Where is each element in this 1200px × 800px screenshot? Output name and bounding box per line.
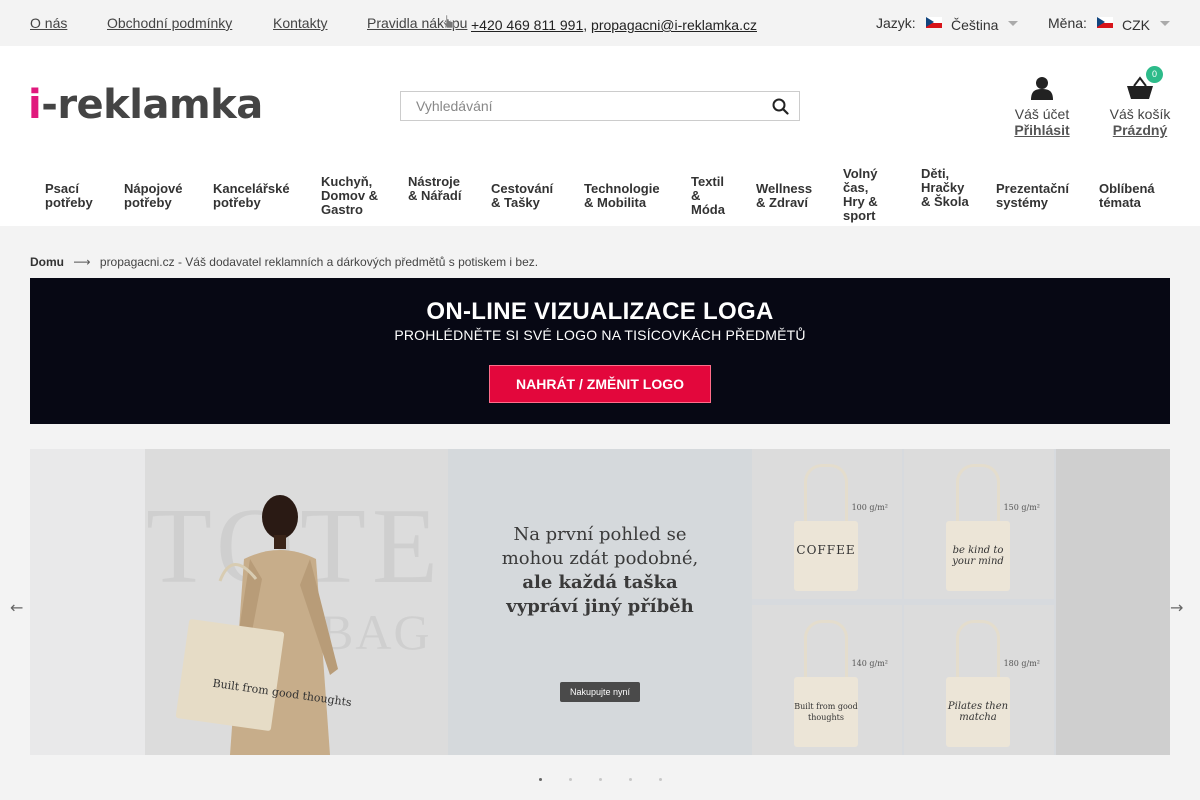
tote-weight: 140 g/m² — [851, 659, 888, 668]
tote-tile: 150 g/m² be kind to your mind — [904, 449, 1054, 599]
tote-print: be kind to your mind — [952, 545, 1004, 567]
slider-dot[interactable] — [629, 778, 632, 781]
headline-line: vypráví jiný příběh — [506, 596, 694, 617]
nav-item-presentation[interactable]: Prezentační systémy — [996, 182, 1076, 210]
breadcrumb: Domu ⟶ propagacni.cz - Váš dodavatel rek… — [30, 255, 538, 269]
upload-logo-button[interactable]: NAHRÁT / ZMĚNIT LOGO — [489, 365, 711, 403]
nav-item-tools[interactable]: Nástroje & Nářadí — [408, 175, 466, 203]
account-label: Váš účet — [1014, 106, 1070, 122]
slide-text-panel: Na první pohled se mohou zdát podobné, a… — [448, 449, 752, 755]
model-with-tote-illustration: Built from good thoughts — [175, 495, 353, 755]
breadcrumb-current: propagacni.cz - Váš dodavatel reklamních… — [99, 255, 539, 269]
tote-print: Built from good thoughts — [794, 702, 858, 722]
tote-tile: 180 g/m² Pilates then matcha — [904, 605, 1054, 755]
language-select[interactable]: Čeština — [951, 17, 998, 33]
nav-item-wellness[interactable]: Wellness & Zdraví — [756, 182, 822, 210]
headline-line: ale každá taška — [522, 572, 678, 593]
logo-visualization-banner: ON-LINE VIZUALIZACE LOGA PROHLÉDNĚTE SI … — [30, 278, 1170, 424]
nav-item-leisure[interactable]: Volný čas, Hry & sport — [843, 167, 885, 223]
headline-line: mohou zdát podobné, — [501, 548, 699, 569]
tote-handle — [804, 464, 848, 528]
slider-dot[interactable] — [569, 778, 572, 781]
nav-item-writing[interactable]: Psací potřeby — [45, 182, 105, 210]
cart-widget[interactable]: 0 Váš košík Prázdný — [1100, 66, 1180, 138]
link-contacts[interactable]: Kontakty — [273, 15, 327, 31]
link-about[interactable]: O nás — [30, 15, 67, 31]
site-logo[interactable]: i-reklamka — [28, 82, 263, 128]
cart-label: Váš košík — [1109, 106, 1171, 122]
cart-status-link[interactable]: Prázdný — [1100, 122, 1180, 138]
phone-link[interactable]: +420 469 811 991 — [471, 17, 583, 33]
nav-item-kitchen[interactable]: Kuchyň, Domov & Gastro — [321, 175, 383, 217]
search-icon[interactable] — [772, 98, 789, 115]
slider-prev-button[interactable]: ← — [10, 598, 23, 617]
slider-dot[interactable] — [599, 778, 602, 781]
tote-tile: 100 g/m² COFFEE — [752, 449, 902, 599]
tote-weight: 180 g/m² — [1003, 659, 1040, 668]
login-link[interactable]: Přihlásit — [1000, 122, 1084, 138]
shop-now-button[interactable]: Nakupujte nyní — [560, 682, 640, 702]
tote-weight: 100 g/m² — [851, 503, 888, 512]
slide-model-panel: TOTE BAG Built from good thoughts — [30, 449, 448, 755]
currency-label: Měna: — [1048, 15, 1087, 31]
tote-handle — [804, 620, 848, 684]
logo-text: -reklamka — [41, 82, 263, 128]
nav-item-drinkware[interactable]: Nápojové potřeby — [124, 182, 190, 210]
user-icon — [1031, 77, 1053, 100]
promo-title: ON-LINE VIZUALIZACE LOGA — [426, 298, 774, 325]
slider-next-button[interactable]: → — [1170, 598, 1183, 617]
logo-i: i — [28, 82, 42, 128]
slider-dot[interactable] — [539, 778, 542, 781]
currency-select[interactable]: CZK — [1122, 17, 1150, 33]
nav-item-technology[interactable]: Technologie & Mobilita — [584, 182, 670, 210]
contact-info: +420 469 811 991, propagacni@i-reklamka.… — [471, 17, 757, 33]
tote-weight: 150 g/m² — [1003, 503, 1040, 512]
czech-flag-icon — [1097, 17, 1113, 28]
tote-tile: 140 g/m² Built from good thoughts — [752, 605, 902, 755]
breadcrumb-home[interactable]: Domu — [30, 255, 64, 269]
breadcrumb-arrow-icon: ⟶ — [73, 255, 91, 269]
nav-item-textile[interactable]: Textil & Móda — [691, 175, 731, 217]
slider-dot[interactable] — [659, 778, 662, 781]
account-widget[interactable]: Váš účet Přihlásit — [1000, 76, 1084, 138]
search-input[interactable] — [401, 92, 761, 120]
promo-subtitle: PROHLÉDNĚTE SI SVÉ LOGO NA TISÍCOVKÁCH P… — [394, 327, 806, 343]
search-box — [400, 91, 800, 121]
tote-handle — [956, 464, 1000, 528]
nav-item-office[interactable]: Kancelářské potřeby — [213, 182, 298, 210]
tote-print: COFFEE — [796, 543, 856, 557]
slide-headline: Na první pohled se mohou zdát podobné, a… — [448, 523, 752, 619]
tote-handle — [956, 620, 1000, 684]
chevron-down-icon[interactable] — [1008, 21, 1018, 26]
email-link[interactable]: propagacni@i-reklamka.cz — [591, 17, 757, 33]
headline-line: Na první pohled se — [513, 524, 687, 545]
hero-slider: TOTE BAG Built from good thoughts Na prv… — [30, 449, 1170, 755]
slide-next-preview — [1056, 449, 1170, 755]
nav-item-favorites[interactable]: Oblíbená témata — [1099, 182, 1169, 210]
tote-print: Pilates then matcha — [947, 701, 1009, 723]
nav-item-kids[interactable]: Děti, Hračky & Škola — [921, 167, 971, 209]
link-terms[interactable]: Obchodní podmínky — [107, 15, 232, 31]
hand-cursor-icon — [442, 14, 454, 29]
slider-dots — [533, 778, 673, 784]
language-label: Jazyk: — [876, 15, 916, 31]
contact-separator: , — [583, 17, 588, 33]
chevron-down-icon[interactable] — [1160, 21, 1170, 26]
top-bar: O nás Obchodní podmínky Kontakty Pravidl… — [0, 0, 1200, 46]
category-nav: Psací potřeby Nápojové potřeby Kancelářs… — [0, 167, 1200, 225]
czech-flag-icon — [926, 17, 942, 28]
nav-item-travel[interactable]: Cestování & Tašky — [491, 182, 561, 210]
cart-count-badge: 0 — [1146, 66, 1163, 83]
